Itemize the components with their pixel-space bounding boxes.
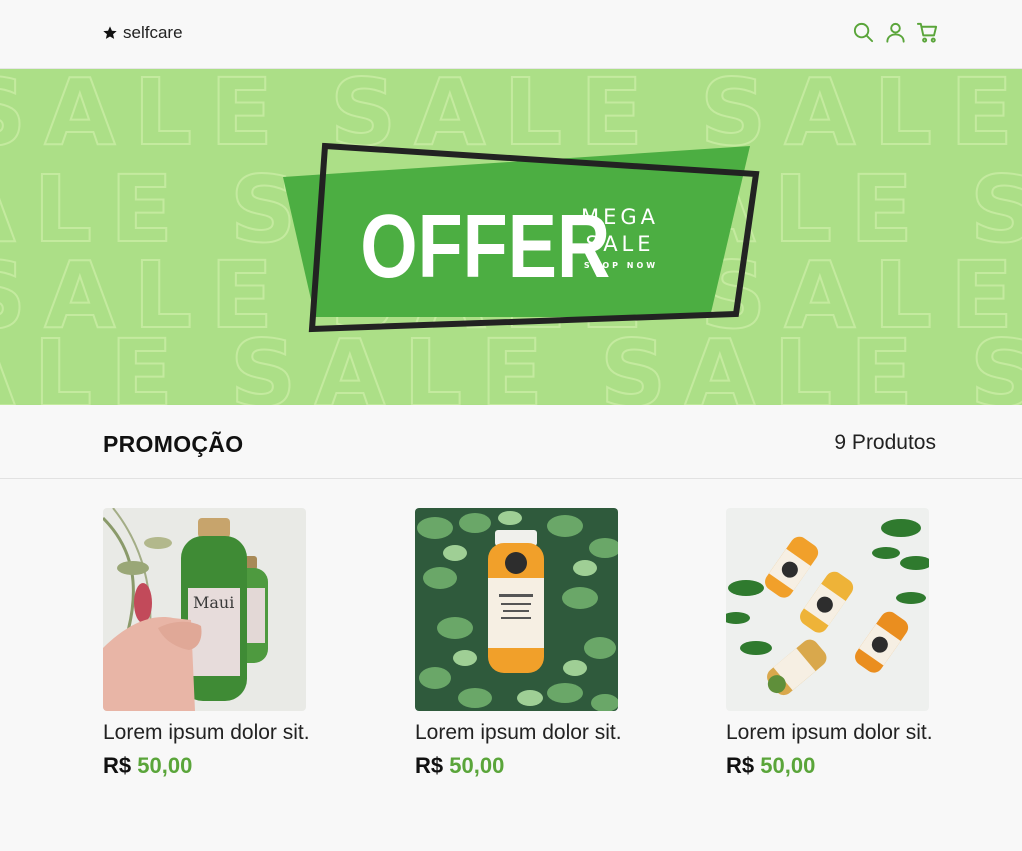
product-card[interactable]: Lorem ipsum dolor sit. R$ 50,00 xyxy=(726,508,956,779)
header-actions xyxy=(852,20,939,44)
cart-icon[interactable] xyxy=(916,21,939,44)
offer-headline: OFFER xyxy=(360,197,610,297)
mega-text: MEGA xyxy=(581,205,659,229)
offer-graphic: OFFER MEGA SALE SHOP NOW xyxy=(283,142,760,333)
svg-text:Maui: Maui xyxy=(193,593,234,612)
star-icon xyxy=(103,26,117,39)
svg-text:SALE: SALE xyxy=(0,69,291,166)
price-value: 50,00 xyxy=(449,753,505,778)
product-name[interactable]: Lorem ipsum dolor sit. xyxy=(726,721,956,745)
shop-now-text[interactable]: SHOP NOW xyxy=(584,261,658,270)
price-currency: R$ xyxy=(415,753,444,778)
product-image[interactable]: Maui xyxy=(103,508,306,711)
svg-text:SALE: SALE xyxy=(0,320,191,405)
search-icon[interactable] xyxy=(852,21,875,44)
product-price: R$ 50,00 xyxy=(103,753,333,779)
user-icon[interactable] xyxy=(884,21,907,44)
product-name[interactable]: Lorem ipsum dolor sit. xyxy=(103,721,333,745)
product-image[interactable] xyxy=(726,508,929,711)
logo[interactable]: selfcare xyxy=(102,22,183,44)
product-name[interactable]: Lorem ipsum dolor sit. xyxy=(415,721,645,745)
price-currency: R$ xyxy=(726,753,755,778)
site-header: selfcare xyxy=(0,0,1022,69)
promo-banner[interactable]: SALE SALE SALE SALE SALESALESALESALESALE… xyxy=(0,69,1022,405)
price-value: 50,00 xyxy=(760,753,816,778)
product-card[interactable]: Maui Lorem ipsum dolor sit. R$ 50,00 xyxy=(103,508,333,779)
section-title: PROMOÇÃO xyxy=(103,431,244,457)
product-price: R$ 50,00 xyxy=(726,753,956,779)
pattern-word: SALE xyxy=(970,320,1022,405)
logo-text: selfcare xyxy=(123,23,183,42)
product-count: 9 Produtos xyxy=(834,431,936,454)
price-value: 50,00 xyxy=(137,753,193,778)
section-header: PROMOÇÃO 9 Produtos xyxy=(0,405,1022,479)
product-card[interactable]: Lorem ipsum dolor sit. R$ 50,00 xyxy=(415,508,645,779)
product-image[interactable] xyxy=(415,508,618,711)
product-price: R$ 50,00 xyxy=(415,753,645,779)
price-currency: R$ xyxy=(103,753,132,778)
sale-text: SALE xyxy=(585,232,654,256)
